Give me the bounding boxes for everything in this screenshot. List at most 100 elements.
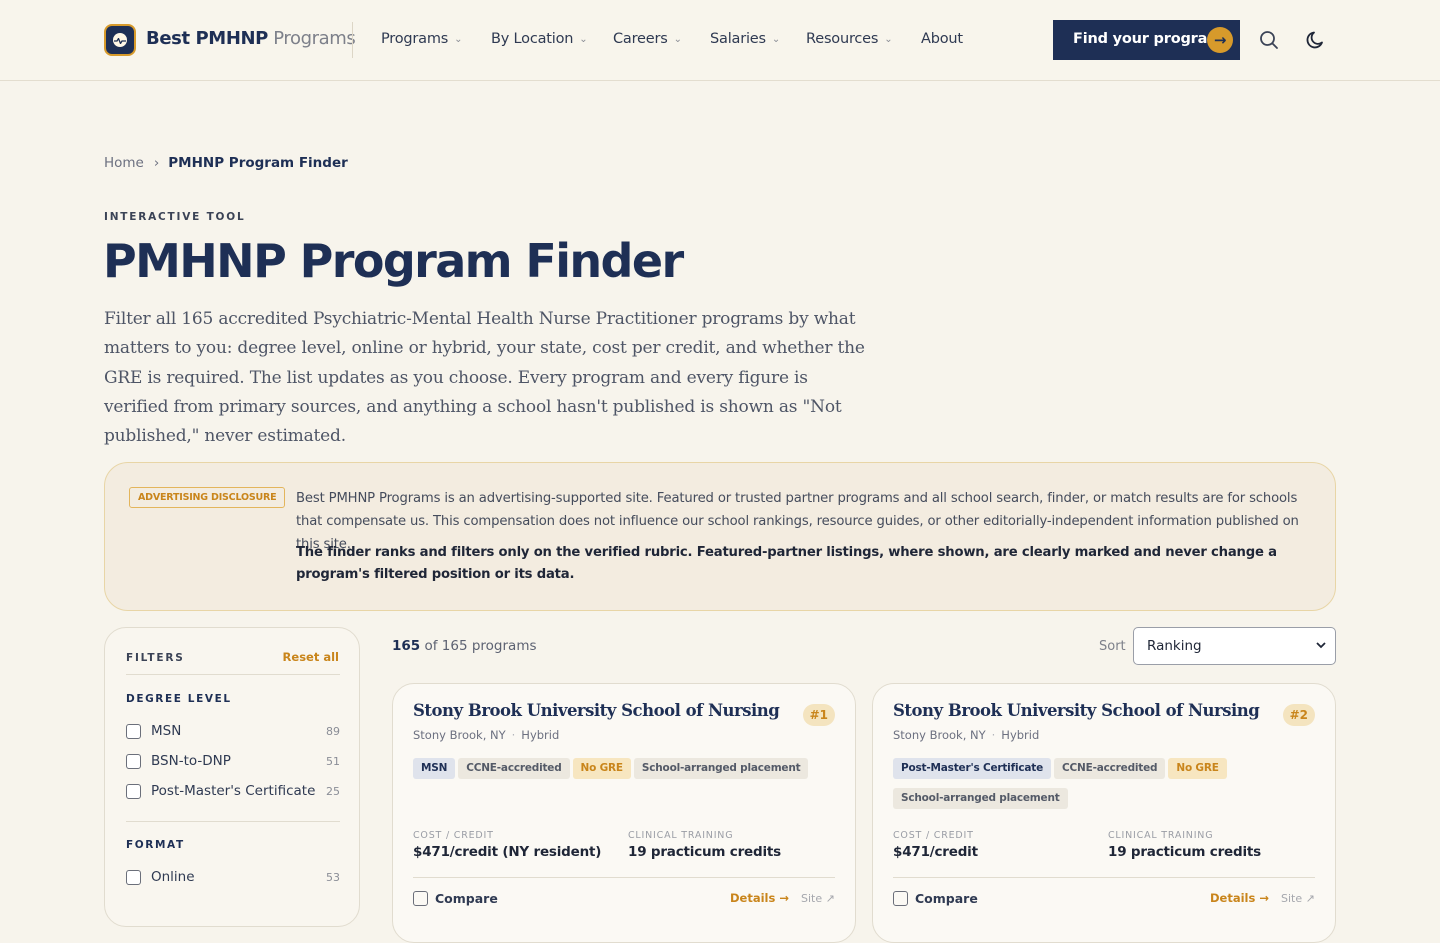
program-format: Hybrid	[521, 728, 560, 742]
chevron-down-icon: ⌄	[673, 34, 682, 45]
option-label: MSN	[151, 723, 182, 739]
clinical-label: CLINICAL TRAINING	[628, 830, 734, 841]
tag-accreditation: CCNE-accredited	[1054, 758, 1166, 779]
option-label: Online	[151, 869, 195, 885]
cost-value: $471/credit	[893, 844, 978, 860]
tag-degree: MSN	[413, 758, 456, 779]
section-eyebrow: INTERACTIVE TOOL	[104, 211, 246, 223]
arrow-right-icon: →	[1207, 27, 1233, 53]
advertising-disclosure: ADVERTISING DISCLOSURE Best PMHNP Progra…	[104, 462, 1336, 611]
program-tags: Post-Master's Certificate CCNE-accredited…	[893, 756, 1253, 816]
checkbox[interactable]	[126, 754, 141, 769]
checkbox[interactable]	[126, 784, 141, 799]
program-tags: MSN CCNE-accredited No GRE School-arranged …	[413, 756, 833, 786]
divider	[126, 821, 340, 822]
logo-icon[interactable]	[104, 24, 136, 56]
tag-placement: School-arranged placement	[893, 788, 1068, 809]
program-card[interactable]: Stony Brook University School of Nursing…	[872, 683, 1336, 943]
breadcrumb-home[interactable]: Home	[104, 155, 144, 171]
program-location: Stony Brook, NY	[893, 728, 986, 742]
clinical-value: 19 practicum credits	[628, 844, 781, 860]
breadcrumb: Home › PMHNP Program Finder	[104, 155, 348, 171]
brand-bold: Best PMHNP	[146, 28, 268, 49]
program-card[interactable]: Stony Brook University School of Nursing…	[392, 683, 856, 943]
chevron-down-icon: ⌄	[454, 34, 463, 45]
breadcrumb-current: PMHNP Program Finder	[168, 155, 348, 171]
option-label: BSN-to-DNP	[151, 753, 231, 769]
tag-degree: Post-Master's Certificate	[893, 758, 1052, 779]
top-navigation-bar: Best PMHNP Programs Programs ⌄ By Locatio…	[0, 0, 1440, 81]
option-count: 51	[326, 755, 340, 768]
disclosure-tag: ADVERTISING DISCLOSURE	[129, 487, 286, 508]
chevron-down-icon: ⌄	[579, 34, 588, 45]
compare-checkbox[interactable]	[413, 891, 428, 906]
intro-paragraph: Filter all 165 accredited Psychiatric-Me…	[104, 309, 865, 447]
find-your-program-button[interactable]: Find your program →	[1053, 20, 1240, 60]
program-meta: Stony Brook, NY · Hybrid	[413, 728, 560, 742]
divider	[893, 877, 1315, 878]
filters-title: FILTERS	[126, 652, 185, 664]
filter-option-bsn-to-dnp[interactable]: BSN-to-DNP 51	[126, 752, 340, 772]
program-location: Stony Brook, NY	[413, 728, 506, 742]
sort-value: Ranking	[1147, 638, 1202, 654]
brand-light: Programs	[273, 28, 356, 49]
rank-badge: #1	[802, 704, 835, 726]
option-count: 89	[326, 725, 340, 738]
filter-option-online[interactable]: Online 53	[126, 868, 340, 888]
tag-no-gre: No GRE	[572, 758, 631, 779]
sort-select[interactable]: Ranking	[1133, 627, 1336, 665]
moon-icon[interactable]	[1305, 29, 1327, 51]
program-name[interactable]: Stony Brook University School of Nursing	[413, 701, 780, 720]
program-format: Hybrid	[1001, 728, 1040, 742]
details-link[interactable]: Details →	[730, 891, 789, 905]
filter-group-degree-level: DEGREE LEVEL	[126, 693, 232, 705]
clinical-label: CLINICAL TRAINING	[1108, 830, 1214, 841]
option-count: 25	[326, 785, 340, 798]
program-meta: Stony Brook, NY · Hybrid	[893, 728, 1040, 742]
page-title: PMHNP Program Finder	[103, 234, 684, 288]
nav-resources[interactable]: Resources ⌄	[806, 31, 893, 47]
results-count: 165 of 165 programs	[392, 638, 537, 654]
checkbox[interactable]	[126, 724, 141, 739]
nav-label: About	[921, 31, 963, 47]
cta-label: Find your program	[1073, 31, 1223, 47]
chevron-down-icon: ⌄	[771, 34, 781, 45]
nav-label: Resources	[806, 31, 879, 47]
option-label: Post-Master's Certificate	[151, 783, 316, 799]
brand-name[interactable]: Best PMHNP Programs	[146, 28, 356, 49]
chevron-right-icon: ›	[153, 155, 160, 171]
filter-option-post-masters-certificate[interactable]: Post-Master's Certificate 25	[126, 782, 340, 802]
nav-label: By Location	[491, 31, 574, 47]
nav-programs[interactable]: Programs ⌄	[381, 31, 463, 47]
nav-careers[interactable]: Careers ⌄	[613, 31, 682, 47]
tag-no-gre: No GRE	[1168, 758, 1227, 779]
nav-label: Careers	[613, 31, 668, 47]
nav-about[interactable]: About	[921, 31, 963, 47]
compare-checkbox[interactable]	[893, 891, 908, 906]
filters-panel: FILTERS Reset all DEGREE LEVEL MSN 89 BS…	[104, 627, 360, 927]
filter-option-msn[interactable]: MSN 89	[126, 722, 340, 742]
nav-label: Programs	[381, 31, 449, 47]
cost-label: COST / CREDIT	[413, 830, 494, 841]
program-name[interactable]: Stony Brook University School of Nursing	[893, 701, 1260, 720]
search-icon[interactable]	[1258, 29, 1280, 51]
reset-all-button[interactable]: Reset all	[283, 650, 339, 664]
nav-by-location[interactable]: By Location ⌄	[491, 31, 588, 47]
divider	[126, 674, 340, 675]
rank-badge: #2	[1282, 704, 1315, 726]
nav-salaries[interactable]: Salaries ⌄	[710, 31, 780, 47]
sort-label: Sort	[1099, 639, 1126, 654]
cost-value: $471/credit (NY resident)	[413, 844, 602, 860]
nav-label: Salaries	[710, 31, 766, 47]
option-count: 53	[326, 871, 340, 884]
disclosure-emphasis: The finder ranks and filters only on the…	[296, 545, 1277, 582]
site-link[interactable]: Site ↗	[1281, 892, 1315, 905]
details-link[interactable]: Details →	[1210, 891, 1269, 905]
compare-label[interactable]: Compare	[435, 891, 498, 906]
site-link[interactable]: Site ↗	[801, 892, 835, 905]
checkbox[interactable]	[126, 870, 141, 885]
clinical-value: 19 practicum credits	[1108, 844, 1261, 860]
filter-group-format: FORMAT	[126, 839, 185, 851]
tag-accreditation: CCNE-accredited	[458, 758, 570, 779]
compare-label[interactable]: Compare	[915, 891, 978, 906]
